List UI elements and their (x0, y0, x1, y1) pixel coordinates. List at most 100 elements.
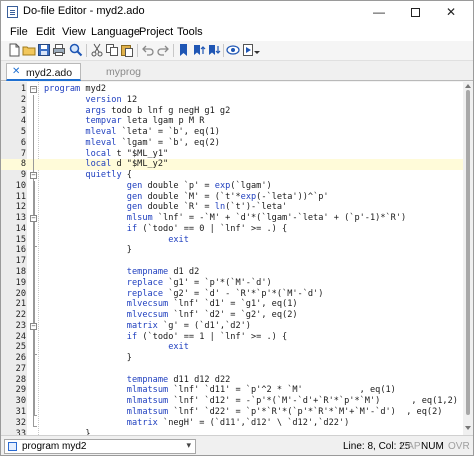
code-line[interactable]: 11 gen double `M' = (`t'*exp(-`leta'))^`… (1, 192, 463, 203)
code-line[interactable]: 25 exit (1, 342, 463, 353)
scroll-down-arrow-icon[interactable] (465, 426, 471, 430)
toggle-bookmark-icon[interactable] (177, 43, 191, 57)
scrollbar-thumb[interactable] (466, 90, 470, 415)
code-line[interactable]: 27 (1, 364, 463, 375)
close-button[interactable]: ✕ (437, 1, 465, 23)
code-line[interactable]: 26 } (1, 353, 463, 364)
code-line[interactable]: 10 gen double `p' = exp(`lgam') (1, 181, 463, 192)
code-line[interactable]: 20 replace `g2' = `d' - `R'*`p'*(`M'-`d'… (1, 289, 463, 300)
save-icon[interactable] (37, 43, 51, 57)
fold-toggle-quietly[interactable]: − (30, 172, 37, 179)
maximize-icon (410, 8, 420, 18)
stata-keyword: mleval (85, 137, 117, 148)
menu-file[interactable]: File (10, 26, 28, 38)
stata-keyword: gen (126, 202, 143, 213)
code-editor[interactable]: 1 program myd2 2 version 12 3 args todo b l… (1, 82, 473, 435)
cut-icon[interactable] (90, 43, 104, 57)
fold-toggle-if-2[interactable]: − (30, 323, 37, 330)
do-file-editor-icon (7, 6, 18, 18)
code-line[interactable]: 32 matrix `negH' = (`d11',`d12' \ `d12',… (1, 418, 463, 429)
vertical-scrollbar[interactable] (463, 82, 473, 435)
code-text: todo b lnf g negH g1 g2 (106, 105, 231, 116)
find-icon[interactable] (69, 43, 83, 57)
previous-bookmark-icon[interactable] (192, 43, 206, 57)
code-line[interactable]: 14 if (`todo' == 0 | `lnf' >= .) { (1, 224, 463, 235)
menu-tools[interactable]: Tools (177, 26, 203, 38)
code-line[interactable]: 29 mlmatsum `lnf' `d11' = `p'^2 * `M' , … (1, 385, 463, 396)
code-line[interactable]: 5 mleval `leta' = `b', eq(1) (1, 127, 463, 138)
line-text: mlmatsum `lnf' `d12' = -`p'*(`M'-`d'+`R'… (44, 396, 458, 407)
stata-keyword: tempname (126, 374, 169, 385)
next-bookmark-icon[interactable] (207, 43, 221, 57)
fold-toggle-program[interactable]: − (30, 86, 37, 93)
code-line[interactable]: 6 mleval `lgam' = `b', eq(2) (1, 138, 463, 149)
tab-myd2-ado[interactable]: ✕ myd2.ado (6, 63, 81, 81)
toolbar-separator (137, 44, 138, 57)
code-text: d11 d12 d22 (168, 374, 231, 385)
close-tab-icon[interactable]: ✕ (12, 66, 20, 77)
fold-toggle-if-1[interactable]: − (30, 215, 37, 222)
toolbar-separator (86, 44, 87, 57)
print-icon[interactable] (52, 43, 66, 57)
line-text: mleval `lgam' = `b', eq(2) (44, 138, 220, 149)
code-line[interactable]: 31 mlmatsum `lnf' `d22' = `p'*`R'*(`p'*`… (1, 407, 463, 418)
code-line[interactable]: 24 if (`todo' == 1 | `lnf' >= .) { (1, 332, 463, 343)
tab-myprog[interactable]: myprog (87, 63, 162, 81)
code-line[interactable]: 28 tempname d11 d12 d22 (1, 375, 463, 386)
code-line[interactable]: 18 tempname d1 d2 (1, 267, 463, 278)
code-line[interactable]: 15 exit (1, 235, 463, 246)
line-number: 13 (15, 213, 26, 224)
redo-icon[interactable] (156, 43, 170, 57)
code-line[interactable]: 16 } (1, 245, 463, 256)
new-file-icon[interactable] (7, 43, 21, 57)
stata-keyword: gen (126, 180, 143, 191)
line-text: replace `g1' = `p'*(`M'-`d') (44, 278, 272, 289)
code-text: (-`leta'))^`p' (256, 191, 329, 202)
code-line[interactable]: 4 tempvar leta lgam p M R (1, 116, 463, 127)
code-text: `lnf' `d11' = `p'^2 * `M' , eq(1) (168, 385, 396, 396)
open-folder-icon[interactable] (22, 43, 36, 57)
code-line[interactable]: 30 mlmatsum `lnf' `d12' = -`p'*(`M'-`d'+… (1, 396, 463, 407)
code-line[interactable]: 2 version 12 (1, 95, 463, 106)
code-line[interactable]: 1 program myd2 (1, 84, 463, 95)
code-line[interactable]: 22 mlvecsum `lnf' `d2' = `g2', eq(2) (1, 310, 463, 321)
code-line[interactable]: 13 mlsum `lnf' = -`M' + `d'*(`lgam'-`let… (1, 213, 463, 224)
code-line[interactable]: 21 mlvecsum `lnf' `d1' = `g1', eq(1) (1, 299, 463, 310)
menu-view[interactable]: View (62, 26, 86, 38)
menu-language[interactable]: Language (91, 26, 140, 38)
code-line[interactable]: 17 (1, 256, 463, 267)
menu-edit[interactable]: Edit (36, 26, 55, 38)
line-number: 15 (15, 234, 26, 245)
code-line[interactable]: 19 replace `g1' = `p'*(`M'-`d') (1, 278, 463, 289)
menu-project[interactable]: Project (139, 26, 173, 38)
minimize-button[interactable]: — (365, 1, 393, 23)
code-line[interactable]: 7 local t "$ML_y1" (1, 149, 463, 160)
chevron-down-icon[interactable]: ▾ (186, 440, 191, 451)
maximize-button[interactable] (401, 1, 429, 23)
code-line[interactable]: 12 gen double `R' = ln(`t')-`leta' (1, 202, 463, 213)
dropdown-arrow-icon[interactable] (253, 43, 261, 57)
fold-end-quietly (33, 415, 37, 416)
stata-keyword: exit (168, 234, 189, 245)
code-text: d1 d2 (168, 267, 200, 278)
stata-keyword: replace (126, 288, 164, 299)
line-text: exit (44, 235, 189, 246)
undo-icon[interactable] (141, 43, 155, 57)
line-number: 11 (15, 191, 26, 202)
code-line[interactable]: 8 local d "$ML_y2" (1, 159, 463, 171)
code-line[interactable]: 23 matrix `g' = (`d1',`d2') (1, 321, 463, 332)
copy-icon[interactable] (105, 43, 119, 57)
show-file-in-viewer-icon[interactable] (226, 43, 240, 57)
code-text: (`lgam') (230, 180, 272, 191)
code-line[interactable]: 3 args todo b lnf g negH g1 g2 (1, 106, 463, 117)
paste-icon[interactable] (120, 43, 134, 57)
scroll-up-arrow-icon[interactable] (465, 84, 471, 88)
program-navigator-dropdown[interactable]: program myd2 ▾ (4, 439, 196, 454)
code-line[interactable]: 9 quietly { (1, 170, 463, 181)
